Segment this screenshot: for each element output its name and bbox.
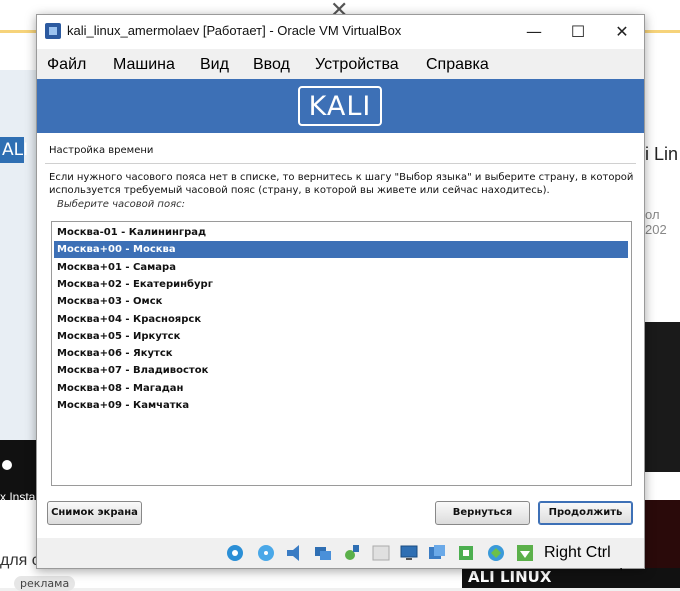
timezone-option[interactable]: Москва+03 - Омск	[54, 293, 628, 310]
timezone-option[interactable]: Москва+02 - Екатеринбург	[54, 276, 628, 293]
menu-devices[interactable]: Устройства	[315, 56, 399, 74]
usb-icon[interactable]	[342, 543, 362, 563]
keyboard-capture-icon[interactable]	[515, 543, 535, 563]
timezone-option[interactable]: Москва+01 - Самара	[54, 259, 628, 276]
timezone-option[interactable]: Москва+08 - Магадан	[54, 380, 628, 397]
background-right-subtitle: ол 202	[645, 207, 667, 237]
hdd-icon[interactable]	[225, 543, 245, 563]
display-icon[interactable]	[399, 543, 419, 563]
host-key-label: Right Ctrl	[544, 544, 611, 561]
timezone-list[interactable]: Москва-01 - Калининград Москва+00 - Москв…	[51, 221, 632, 486]
virtualbox-window: kali_linux_amermolaev [Работает] - Oracl…	[36, 14, 645, 571]
background-right-thumb	[644, 322, 680, 472]
back-button[interactable]: Вернуться	[435, 501, 530, 525]
maximize-button[interactable]: ☐	[556, 15, 600, 49]
kali-banner: KALI	[37, 79, 644, 133]
section-title: Настройка времени	[49, 145, 154, 156]
optical-disc-icon[interactable]	[256, 543, 276, 563]
cpu-icon[interactable]	[456, 543, 476, 563]
menu-machine[interactable]: Машина	[113, 56, 175, 74]
instructions-text: Если нужного часового пояса нет в списке…	[49, 172, 634, 196]
virtualbox-app-icon	[45, 23, 61, 39]
menu-bar: Файл Машина Вид Ввод Устройства Справка	[37, 49, 644, 79]
background-right-title: i Lin	[645, 144, 679, 164]
minimize-button[interactable]: —	[512, 15, 556, 49]
recording-icon[interactable]	[427, 543, 447, 563]
network-icon[interactable]	[313, 543, 333, 563]
background-bottom-banner: ALI LINUX	[462, 568, 680, 588]
continue-button[interactable]: Продолжить	[538, 501, 633, 525]
close-button[interactable]: ✕	[600, 15, 644, 49]
menu-help[interactable]: Справка	[426, 56, 489, 74]
mouse-integration-icon[interactable]	[486, 543, 506, 563]
title-bar[interactable]: kali_linux_amermolaev [Работает] - Oracl…	[37, 15, 644, 49]
shared-folder-icon[interactable]	[371, 543, 391, 563]
timezone-option[interactable]: Москва+05 - Иркутск	[54, 328, 628, 345]
timezone-option[interactable]: Москва+09 - Камчатка	[54, 397, 628, 414]
section-divider	[45, 163, 636, 164]
background-left-caption: x Insta	[0, 490, 36, 504]
timezone-option[interactable]: Москва-01 - Калининград	[54, 224, 628, 241]
timezone-option[interactable]: Москва+00 - Москва	[54, 241, 628, 259]
timezone-option[interactable]: Москва+06 - Якутск	[54, 345, 628, 362]
timezone-option[interactable]: Москва+04 - Красноярск	[54, 311, 628, 328]
kali-logo: KALI	[298, 86, 382, 126]
menu-input[interactable]: Ввод	[253, 56, 290, 74]
background-video-dot	[2, 460, 12, 470]
screenshot-button[interactable]: Снимок экрана	[47, 501, 142, 525]
timezone-option[interactable]: Москва+07 - Владивосток	[54, 362, 628, 379]
vm-screen[interactable]: KALI Настройка времени Если нужного часо…	[37, 79, 644, 571]
status-bar: Right Ctrl	[37, 538, 644, 568]
menu-view[interactable]: Вид	[200, 56, 229, 74]
audio-icon[interactable]	[285, 543, 305, 563]
menu-file[interactable]: Файл	[47, 56, 86, 74]
timezone-prompt: Выберите часовой пояс:	[57, 199, 185, 210]
background-left-panel	[0, 70, 40, 465]
background-ad-tag: реклама	[14, 576, 76, 591]
window-title: kali_linux_amermolaev [Работает] - Oracl…	[67, 23, 402, 38]
background-kali-badge: ALI	[0, 137, 28, 163]
